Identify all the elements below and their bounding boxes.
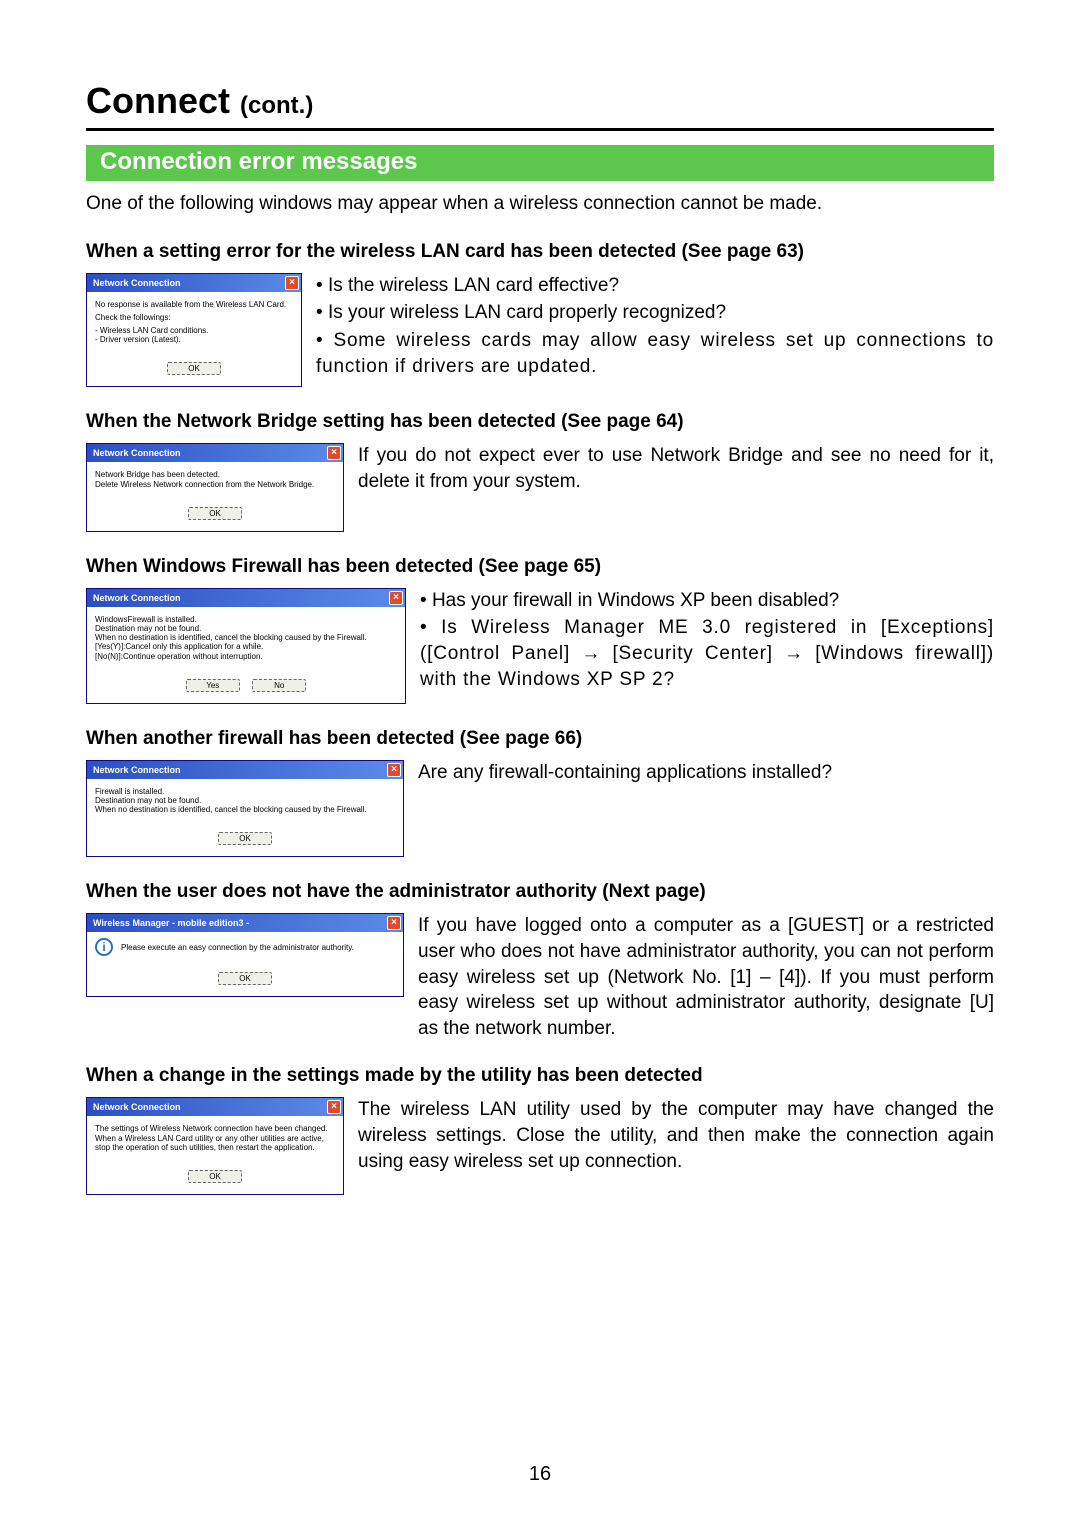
sec3-heading: When Windows Firewall has been detected … — [86, 556, 994, 578]
sec1-block: Network Connection × No response is avai… — [86, 273, 994, 388]
sec4-block: Network Connection × Firewall is install… — [86, 760, 994, 858]
dlg-line: stop the operation of such utilities, th… — [95, 1143, 335, 1152]
titlebar: Network Connection × — [87, 274, 301, 292]
dialog-body: Firewall is installed. Destination may n… — [87, 779, 403, 823]
sec3-text: Has your firewall in Windows XP been dis… — [420, 588, 994, 695]
sec2-heading: When the Network Bridge setting has been… — [86, 411, 994, 433]
dlg-line: No response is available from the Wirele… — [95, 300, 293, 309]
sec5-text: If you have logged onto a computer as a … — [418, 913, 994, 1041]
button-row: OK — [87, 962, 403, 996]
button-row: OK — [87, 822, 403, 856]
dialog-title: Network Connection — [93, 593, 181, 603]
dlg-line: Destination may not be found. — [95, 796, 395, 805]
ok-button[interactable]: OK — [218, 832, 272, 845]
yes-button[interactable]: Yes — [186, 679, 240, 692]
close-icon[interactable]: × — [327, 1100, 341, 1114]
dlg-line: [Yes(Y)]:Cancel only this application fo… — [95, 642, 397, 651]
sec6-heading: When a change in the settings made by th… — [86, 1065, 994, 1087]
sec1-text: Is the wireless LAN card effective? Is y… — [316, 273, 994, 382]
ok-button[interactable]: OK — [167, 362, 221, 375]
close-icon[interactable]: × — [327, 446, 341, 460]
sec2-text: If you do not expect ever to use Network… — [358, 443, 994, 494]
sec2-block: Network Connection × Network Bridge has … — [86, 443, 994, 531]
ok-button[interactable]: OK — [188, 507, 242, 520]
dialog-body: Network Bridge has been detected. Delete… — [87, 462, 343, 496]
close-icon[interactable]: × — [387, 763, 401, 777]
dlg-line: Network Bridge has been detected. — [95, 470, 335, 479]
no-button[interactable]: No — [252, 679, 306, 692]
titlebar: Network Connection × — [87, 589, 405, 607]
dlg-line: - Driver version (Latest). — [95, 335, 293, 344]
titlebar: Network Connection × — [87, 761, 403, 779]
button-row: OK — [87, 497, 343, 531]
section-banner: Connection error messages — [86, 145, 994, 181]
close-icon[interactable]: × — [285, 276, 299, 290]
page-title: Connect (cont.) — [86, 80, 994, 122]
page-number: 16 — [0, 1463, 1080, 1486]
dialog-body: No response is available from the Wirele… — [87, 292, 301, 353]
button-row: Yes No — [87, 669, 405, 703]
dialog-body: The settings of Wireless Network connect… — [87, 1116, 343, 1160]
intro-text: One of the following windows may appear … — [86, 191, 994, 217]
dialog-title: Wireless Manager - mobile edition3 - — [93, 918, 249, 928]
sec4-text: Are any firewall-containing applications… — [418, 760, 994, 786]
dialog-title: Network Connection — [93, 448, 181, 458]
bullet: Some wireless cards may allow easy wirel… — [316, 328, 994, 379]
dlg-line: When no destination is identified, cance… — [95, 805, 395, 814]
dlg-line: Please execute an easy connection by the… — [121, 943, 354, 952]
bullet: Is the wireless LAN card effective? — [316, 273, 994, 299]
dlg-line: The settings of Wireless Network connect… — [95, 1124, 335, 1133]
title-main: Connect — [86, 80, 230, 121]
bullet: Is Wireless Manager ME 3.0 registered in… — [420, 615, 994, 692]
dialog-title: Network Connection — [93, 1102, 181, 1112]
dialog-title: Network Connection — [93, 765, 181, 775]
info-icon: i — [95, 938, 113, 956]
close-icon[interactable]: × — [387, 916, 401, 930]
document-page: Connect (cont.) Connection error message… — [0, 0, 1080, 1259]
dlg-line: Delete Wireless Network connection from … — [95, 480, 335, 489]
sec6-block: Network Connection × The settings of Wir… — [86, 1097, 994, 1195]
button-row: OK — [87, 1160, 343, 1194]
button-row: OK — [87, 352, 301, 386]
dlg-line: When no destination is identified, cance… — [95, 633, 397, 642]
dialog-utility: Network Connection × The settings of Wir… — [86, 1097, 344, 1195]
ok-button[interactable]: OK — [218, 972, 272, 985]
bullet: Has your firewall in Windows XP been dis… — [420, 588, 994, 614]
titlebar: Wireless Manager - mobile edition3 - × — [87, 914, 403, 932]
sec3-block: Network Connection × WindowsFirewall is … — [86, 588, 994, 704]
title-cont: (cont.) — [240, 92, 313, 119]
dlg-line: [No(N)]:Continue operation without inter… — [95, 652, 397, 661]
dialog-body: WindowsFirewall is installed. Destinatio… — [87, 607, 405, 669]
titlebar: Network Connection × — [87, 1098, 343, 1116]
close-icon[interactable]: × — [389, 591, 403, 605]
sec1-heading: When a setting error for the wireless LA… — [86, 241, 994, 263]
dlg-line: Check the followings: — [95, 313, 293, 322]
titlebar: Network Connection × — [87, 444, 343, 462]
dlg-line: WindowsFirewall is installed. — [95, 615, 397, 624]
dialog-bridge: Network Connection × Network Bridge has … — [86, 443, 344, 531]
dlg-line: Firewall is installed. — [95, 787, 395, 796]
dialog-body: i Please execute an easy connection by t… — [87, 932, 403, 962]
dialog-lan-error: Network Connection × No response is avai… — [86, 273, 302, 388]
sec4-heading: When another firewall has been detected … — [86, 728, 994, 750]
dialog-other-firewall: Network Connection × Firewall is install… — [86, 760, 404, 858]
bullet: Is your wireless LAN card properly recog… — [316, 300, 994, 326]
sec6-text: The wireless LAN utility used by the com… — [358, 1097, 994, 1174]
dialog-admin: Wireless Manager - mobile edition3 - × i… — [86, 913, 404, 997]
title-rule — [86, 128, 994, 131]
sec5-block: Wireless Manager - mobile edition3 - × i… — [86, 913, 994, 1041]
sec5-heading: When the user does not have the administ… — [86, 881, 994, 903]
dlg-line: When a Wireless LAN Card utility or any … — [95, 1134, 335, 1143]
ok-button[interactable]: OK — [188, 1170, 242, 1183]
dialog-win-firewall: Network Connection × WindowsFirewall is … — [86, 588, 406, 704]
dlg-line: Destination may not be found. — [95, 624, 397, 633]
dlg-line: - Wireless LAN Card conditions. — [95, 326, 293, 335]
dialog-title: Network Connection — [93, 278, 181, 288]
